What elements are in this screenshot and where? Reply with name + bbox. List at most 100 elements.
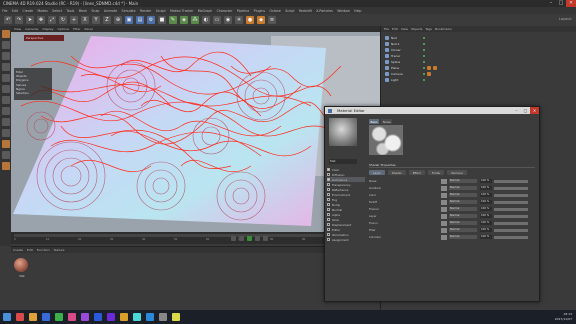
menu-create[interactable]: Create <box>20 9 35 13</box>
visibility-dot[interactable] <box>423 48 425 51</box>
recent-tools-icon[interactable]: + <box>70 16 78 24</box>
layer-thumbnail[interactable] <box>441 213 447 219</box>
deformer-icon[interactable]: ◐ <box>202 16 210 24</box>
layer-thumbnail[interactable] <box>441 234 447 240</box>
remove-button[interactable]: Remove <box>447 170 467 175</box>
channel-checkbox[interactable] <box>327 208 330 211</box>
viewport-menu-display[interactable]: Display <box>42 26 53 32</box>
app-icon[interactable] <box>159 313 167 321</box>
visibility-dot[interactable] <box>423 42 425 45</box>
menu-modes[interactable]: Modes <box>35 9 50 13</box>
menu-motion-tracker[interactable]: Motion Tracker <box>168 9 196 13</box>
channel-checkbox[interactable] <box>327 228 330 231</box>
polygons-mode-icon[interactable] <box>1 96 10 104</box>
menu-mograph[interactable]: MoGraph <box>196 9 215 13</box>
om-menu-bookmarks[interactable]: Bookmarks <box>435 26 452 32</box>
z-axis-icon[interactable]: Z <box>103 16 111 24</box>
viewport-menu-view[interactable]: View <box>14 26 21 32</box>
opacity-field[interactable]: 100 % <box>480 220 492 226</box>
channel-checkbox[interactable] <box>327 238 330 241</box>
channel-checkbox[interactable] <box>327 188 330 191</box>
subdivision-icon[interactable]: ◈ <box>180 16 188 24</box>
layer-thumbnail[interactable] <box>441 220 447 226</box>
camera-icon[interactable]: ◉ <box>224 16 232 24</box>
object-row[interactable]: Tracer <box>385 53 565 59</box>
octane-icon[interactable]: ● <box>246 16 254 24</box>
render-settings-icon[interactable]: ⚙ <box>147 16 155 24</box>
viewport-menu-filter[interactable]: Filter <box>73 26 80 32</box>
channel-checkbox[interactable] <box>327 203 330 206</box>
folder-icon[interactable] <box>29 313 37 321</box>
floor-icon[interactable]: ▭ <box>213 16 221 24</box>
after-effects-icon[interactable] <box>107 313 115 321</box>
effect-button[interactable]: Effect <box>408 170 425 175</box>
object-row[interactable]: Spline <box>385 59 565 65</box>
channel-checkbox[interactable] <box>327 218 330 221</box>
blend-mode-dropdown[interactable]: Normal <box>449 227 477 233</box>
render-picture-viewer-icon[interactable]: ▤ <box>136 16 144 24</box>
layer-thumbnail[interactable] <box>441 192 447 198</box>
shader-button[interactable]: Shader <box>387 170 406 175</box>
script-icon[interactable]: ≡ <box>268 16 276 24</box>
viewport-menu-cameras[interactable]: Cameras <box>25 26 38 32</box>
viewport-menu-panel[interactable]: Panel <box>85 26 93 32</box>
material-menu-texture[interactable]: Texture <box>54 247 65 253</box>
blend-mode-dropdown[interactable]: Normal <box>449 220 477 226</box>
channel-checkbox[interactable] <box>327 173 330 176</box>
object-row[interactable]: Plane <box>385 65 565 71</box>
opacity-slider[interactable] <box>494 186 528 190</box>
om-menu-file[interactable]: File <box>384 26 389 32</box>
menu-simulate[interactable]: Simulate <box>119 9 137 13</box>
xp-icon[interactable]: ◆ <box>257 16 265 24</box>
visibility-dot[interactable] <box>423 66 425 69</box>
object-row[interactable]: Null.1 <box>385 41 565 47</box>
object-row[interactable]: Null <box>385 35 565 41</box>
om-menu-view[interactable]: View <box>401 26 408 32</box>
object-row[interactable]: Cloner <box>385 47 565 53</box>
texture-tag-icon[interactable] <box>433 65 437 70</box>
material-menu-function[interactable]: Function <box>37 247 50 253</box>
pen-icon[interactable]: ✎ <box>169 16 177 24</box>
opacity-slider[interactable] <box>494 221 528 225</box>
menu-mesh[interactable]: Mesh <box>76 9 89 13</box>
cinema4d-icon[interactable] <box>146 313 154 321</box>
opacity-field[interactable]: 100 % <box>480 206 492 212</box>
menu-script[interactable]: Script <box>283 9 297 13</box>
layer-thumbnail[interactable] <box>441 199 447 205</box>
menu-select[interactable]: Select <box>50 9 64 13</box>
channel-checkbox[interactable] <box>327 183 330 186</box>
viewport-menu-options[interactable]: Options <box>58 26 70 32</box>
channel-assignment[interactable]: Assignment <box>327 237 365 242</box>
app-icon[interactable] <box>133 313 141 321</box>
noise-shader-preview[interactable] <box>369 125 403 155</box>
blend-mode-dropdown[interactable]: Normal <box>449 185 477 191</box>
layout-label[interactable]: Layout: <box>559 17 572 21</box>
shader-layer-row[interactable]: Noise Normal 100 % <box>369 178 535 184</box>
rotate-icon[interactable]: ↻ <box>59 16 67 24</box>
array-icon[interactable]: ⁂ <box>191 16 199 24</box>
blend-mode-dropdown[interactable]: Normal <box>449 213 477 219</box>
close-button[interactable]: ✕ <box>566 0 576 7</box>
opacity-field[interactable]: 100 % <box>480 178 492 184</box>
material-editor-titlebar[interactable]: Material Editor – □ ✕ <box>325 107 539 114</box>
opacity-slider[interactable] <box>494 200 528 204</box>
workplane-icon[interactable] <box>1 63 10 71</box>
menu-file[interactable]: File <box>0 9 10 13</box>
layer-button[interactable]: Layer <box>369 170 385 175</box>
material-menu-edit[interactable]: Edit <box>27 247 33 253</box>
opacity-field[interactable]: 100 % <box>480 227 492 233</box>
channel-checkbox[interactable] <box>327 193 330 196</box>
menu-redshift[interactable]: Redshift <box>297 9 314 13</box>
menu-render[interactable]: Render <box>138 9 154 13</box>
maximize-button[interactable]: □ <box>556 0 566 7</box>
x-axis-icon[interactable]: X <box>81 16 89 24</box>
next-frame-icon[interactable] <box>255 236 260 241</box>
material-preview-name[interactable]: Mat <box>329 159 357 164</box>
opacity-slider[interactable] <box>494 214 528 218</box>
points-mode-icon[interactable] <box>1 74 10 82</box>
coordinate-system-icon[interactable]: ⊕ <box>114 16 122 24</box>
menu-snap[interactable]: Snap <box>89 9 101 13</box>
timeline-track[interactable] <box>14 234 334 237</box>
opacity-slider[interactable] <box>494 207 528 211</box>
visibility-dot[interactable] <box>423 60 425 63</box>
